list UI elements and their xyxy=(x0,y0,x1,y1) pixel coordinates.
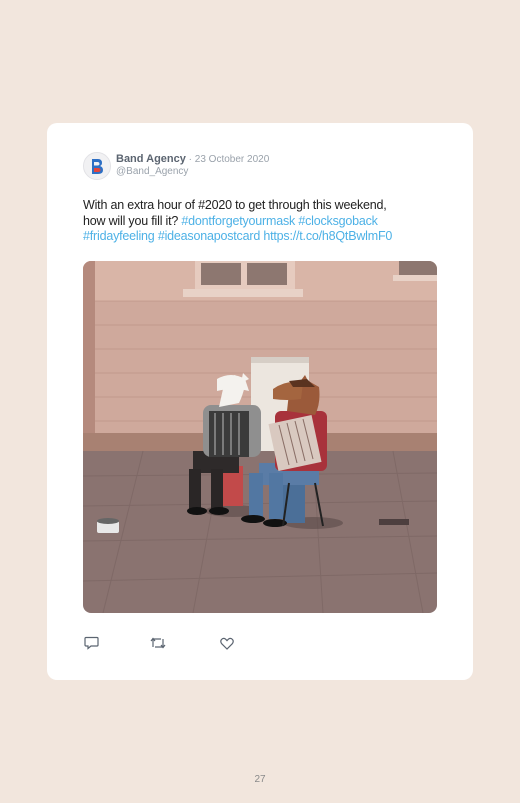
meta-separator: · xyxy=(185,154,195,165)
reply-button[interactable] xyxy=(83,635,99,651)
tweet-card: Band Agency · 23 October 2020 @Band_Agen… xyxy=(47,123,473,680)
author-line: Band Agency · 23 October 2020 xyxy=(116,153,269,165)
author-name[interactable]: Band Agency xyxy=(116,153,186,165)
hashtag-ideasonapostcard[interactable]: #ideasonapostcard xyxy=(155,229,260,243)
retweet-button[interactable] xyxy=(150,635,166,651)
retweet-icon xyxy=(150,637,166,649)
heart-icon xyxy=(220,637,234,650)
street-musicians-photo xyxy=(83,261,437,613)
hashtag-dontforgetyourmask[interactable]: #dontforgetyourmask xyxy=(181,214,295,228)
tweet-photo[interactable] xyxy=(83,261,437,613)
author-handle[interactable]: @Band_Agency xyxy=(116,166,188,177)
tweet-date[interactable]: 23 October 2020 xyxy=(195,154,270,165)
tweet-text: With an extra hour of #2020 to get throu… xyxy=(83,198,443,245)
tweet-link[interactable]: https://t.co/h8QtBwlmF0 xyxy=(260,229,392,243)
tweet-text-line1: With an extra hour of #2020 to get throu… xyxy=(83,198,387,212)
hashtag-clocksgoback[interactable]: #clocksgoback xyxy=(295,214,378,228)
avatar[interactable] xyxy=(83,152,111,180)
hashtag-fridayfeeling[interactable]: #fridayfeeling xyxy=(83,229,155,243)
band-agency-logo-icon xyxy=(84,153,110,179)
like-button[interactable] xyxy=(219,635,235,651)
page-number: 27 xyxy=(254,774,266,785)
reply-icon xyxy=(83,636,99,650)
tweet-text-line2: how will you fill it? xyxy=(83,213,182,228)
